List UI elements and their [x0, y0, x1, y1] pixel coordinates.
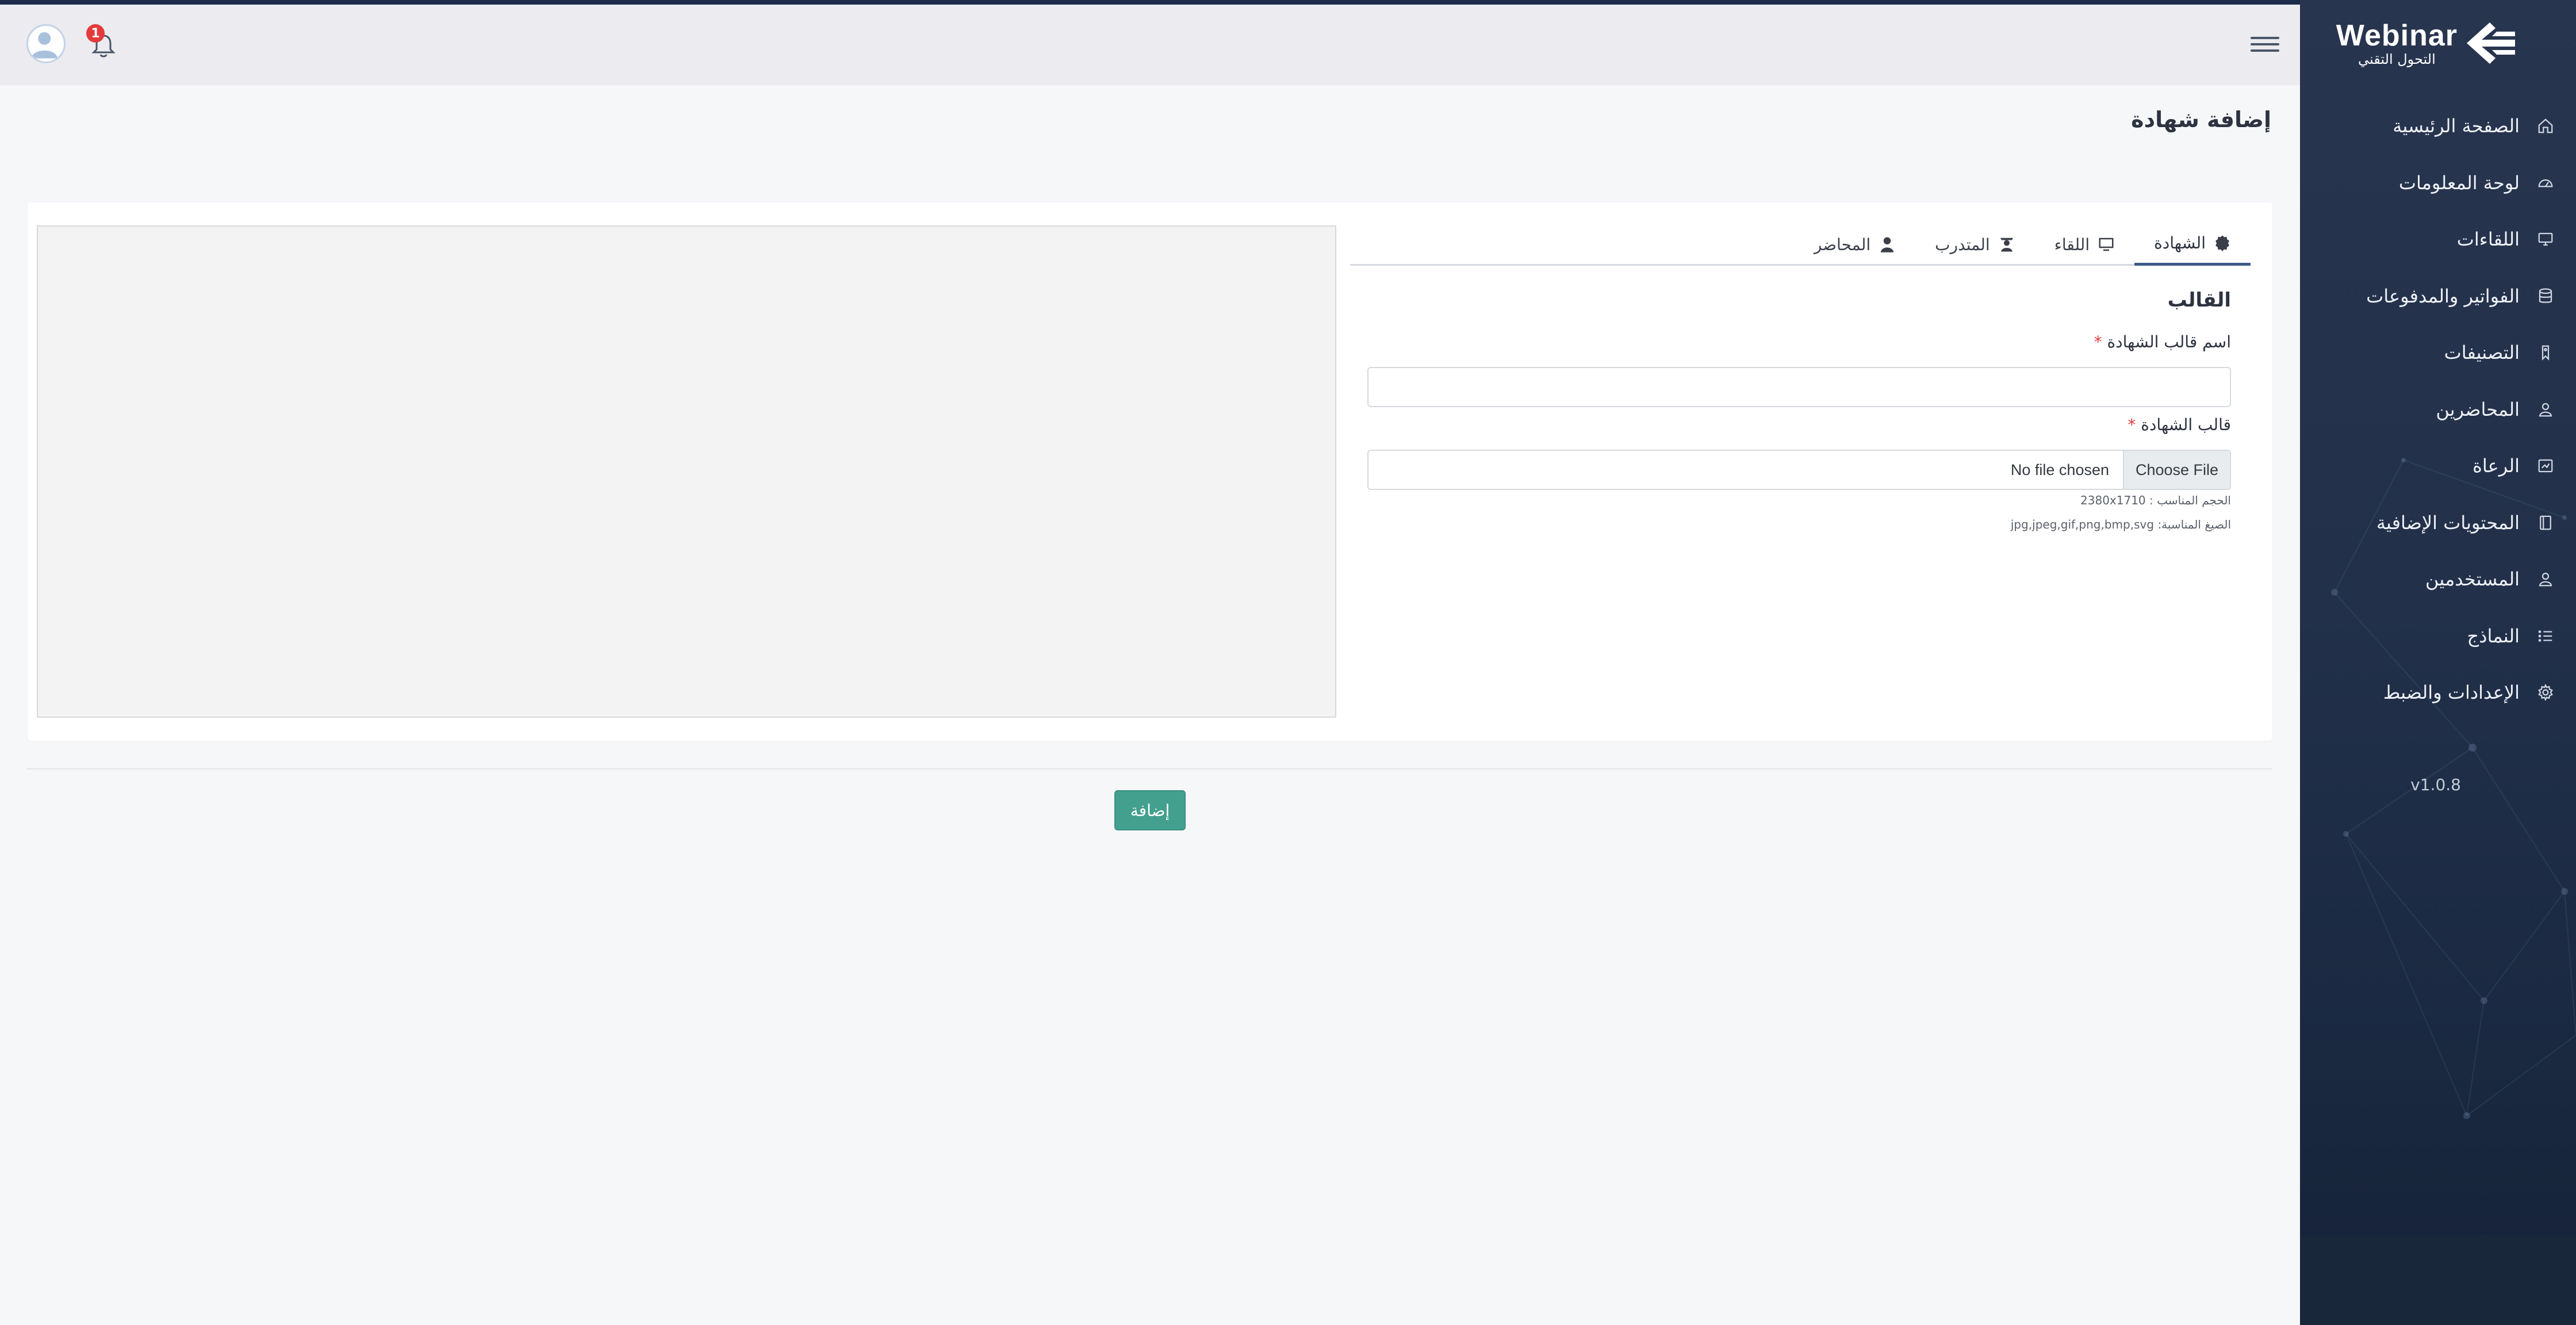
users-icon — [2537, 570, 2554, 588]
sponsors-icon — [2537, 457, 2554, 474]
form-tabs: الشهادة اللقاء المتدرب المحاضر — [1350, 223, 2251, 266]
user-icon — [2537, 401, 2554, 418]
sidebar-item-meetings[interactable]: اللقاءات — [2300, 211, 2576, 268]
gear-icon — [2537, 684, 2554, 702]
template-name-input[interactable] — [1367, 367, 2231, 407]
sidebar-item-label: الصفحة الرئيسية — [2393, 115, 2520, 137]
section-title: القالب — [2167, 289, 2231, 312]
sidebar-item-label: النماذج — [2467, 625, 2520, 647]
webinar-logo[interactable]: Webinar التحول التقني — [2336, 17, 2517, 69]
sidebar-item-sponsors[interactable]: الرعاة — [2300, 438, 2576, 495]
certificate-form-card: الشهادة اللقاء المتدرب المحاضر القالب اس… — [28, 202, 2272, 741]
sidebar-item-label: الفواتير والمدفوعات — [2366, 285, 2520, 307]
tab-meeting[interactable]: اللقاء — [2035, 223, 2134, 266]
sidebar-item-invoices[interactable]: الفواتير والمدفوعات — [2300, 268, 2576, 325]
sidebar-item-lecturers[interactable]: المحاضرين — [2300, 381, 2576, 438]
tab-trainee[interactable]: المتدرب — [1915, 223, 2035, 266]
monitor-icon — [2537, 231, 2554, 248]
hamburger-icon — [2251, 37, 2279, 39]
tab-lecturer[interactable]: المحاضر — [1795, 223, 1915, 266]
add-certificate-button[interactable]: إضافة — [1114, 790, 1186, 830]
template-file-input[interactable]: No file chosen Choose File — [1367, 450, 2231, 490]
avatar-icon — [31, 32, 58, 59]
sidebar-item-label: لوحة المعلومات — [2398, 171, 2520, 194]
sidebar-nav: الصفحة الرئيسية لوحة المعلومات اللقاءات … — [2300, 98, 2576, 721]
sidebar-item-label: التصنيفات — [2444, 342, 2520, 364]
dashboard-icon — [2537, 174, 2554, 192]
user-icon — [1880, 237, 1894, 252]
list-icon — [2537, 627, 2554, 645]
sidebar-item-label: المحتويات الإضافية — [2376, 511, 2520, 534]
template-name-label: اسم قالب الشهادة * — [2094, 332, 2231, 351]
size-hint: الحجم المناسب : 2380x1710 — [2080, 493, 2231, 507]
tab-certificate[interactable]: الشهادة — [2134, 223, 2251, 266]
required-mark: * — [2128, 415, 2136, 434]
badge-icon — [2215, 235, 2229, 251]
sidebar-item-label: الرعاة — [2472, 455, 2520, 477]
logo-text: Webinar — [2336, 19, 2458, 52]
app-version: v1.0.8 — [2410, 775, 2461, 794]
logo-arrow-icon — [2467, 22, 2515, 64]
sidebar-item-dashboard[interactable]: لوحة المعلومات — [2300, 155, 2576, 212]
sidebar-item-label: اللقاءات — [2456, 228, 2520, 251]
book-icon — [2537, 514, 2554, 531]
sidebar-item-settings[interactable]: الإعدادات والضبط — [2300, 664, 2576, 721]
formats-hint: الصيغ المناسبة: jpg,jpeg,gif,png,bmp,svg — [2010, 518, 2231, 531]
certificate-preview-area — [37, 225, 1336, 718]
tag-icon — [2537, 344, 2554, 361]
required-mark: * — [2094, 332, 2102, 351]
home-icon — [2537, 117, 2554, 135]
sidebar-item-home[interactable]: الصفحة الرئيسية — [2300, 98, 2576, 155]
notification-badge: 1 — [86, 24, 105, 43]
sidebar-item-extra-content[interactable]: المحتويات الإضافية — [2300, 495, 2576, 552]
tab-label: المتدرب — [1935, 235, 1990, 254]
sidebar-item-label: الإعدادات والضبط — [2383, 681, 2520, 704]
sidebar: Webinar التحول التقني الصفحة الرئيسية لو… — [2300, 0, 2576, 1325]
top-accent-line — [0, 0, 2576, 5]
graduate-icon — [2000, 238, 2013, 252]
tab-label: الشهادة — [2154, 233, 2206, 252]
sidebar-item-users[interactable]: المستخدمين — [2300, 551, 2576, 608]
page-title: إضافة شهادة — [2131, 107, 2271, 132]
template-file-label: قالب الشهادة * — [2128, 415, 2231, 434]
database-icon — [2537, 288, 2554, 305]
top-header: 1 — [0, 5, 2300, 85]
monitor-icon — [2099, 238, 2114, 251]
tab-label: المحاضر — [1814, 235, 1871, 254]
logo-subtitle: التحول التقني — [2358, 51, 2436, 67]
form-divider — [26, 768, 2272, 769]
menu-toggle-button[interactable] — [2251, 30, 2279, 59]
sidebar-item-label: المحاضرين — [2436, 398, 2520, 420]
tab-label: اللقاء — [2054, 235, 2090, 254]
sidebar-item-label: المستخدمين — [2425, 568, 2520, 591]
choose-file-button[interactable]: Choose File — [2123, 451, 2230, 489]
file-status: No file chosen — [2010, 461, 2109, 478]
sidebar-item-categories[interactable]: التصنيفات — [2300, 324, 2576, 381]
user-avatar[interactable] — [26, 24, 66, 63]
sidebar-item-forms[interactable]: النماذج — [2300, 608, 2576, 665]
